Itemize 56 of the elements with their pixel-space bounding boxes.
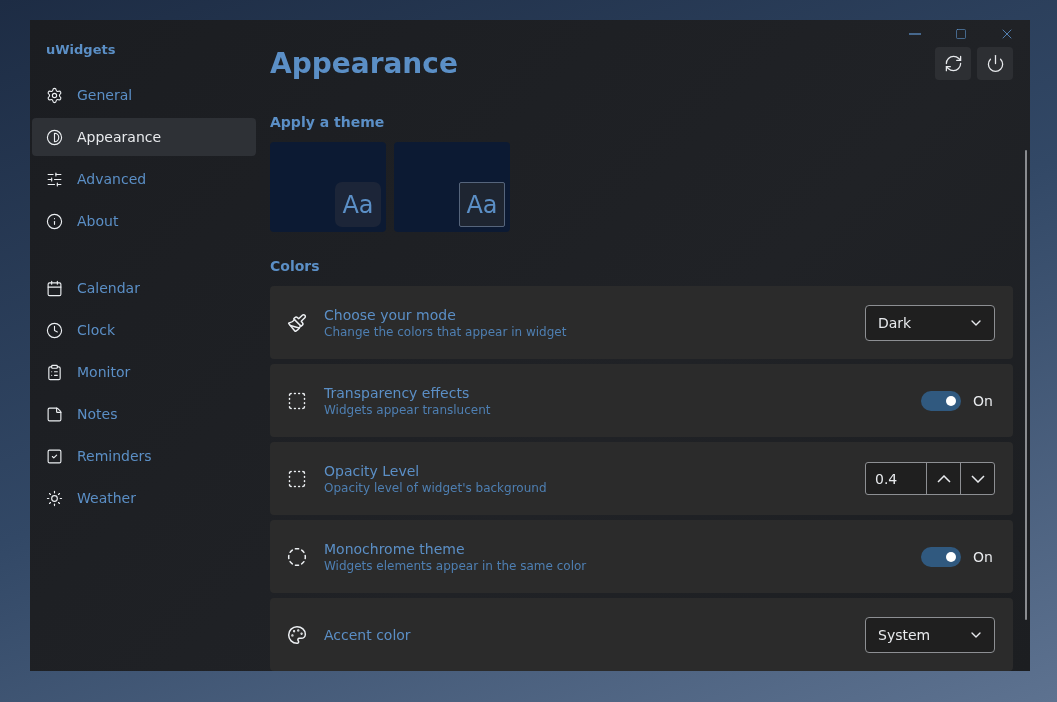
setting-description: Widgets elements appear in the same color: [324, 558, 588, 573]
nav-item[interactable]: Weather: [32, 479, 256, 517]
toggle-switch[interactable]: [921, 390, 961, 411]
theme-tile[interactable]: Aa: [394, 142, 510, 232]
dashed-square-icon: [287, 468, 307, 489]
dashed-square-icon: [287, 390, 307, 411]
setting-description: Opacity level of widget's background: [324, 480, 548, 495]
page-title: Appearance: [270, 47, 458, 80]
sun-icon: [46, 489, 63, 507]
toggle-label: On: [973, 392, 994, 409]
toggle-label: On: [973, 548, 994, 565]
nav-item[interactable]: Monitor: [32, 353, 256, 391]
dropdown[interactable]: System: [865, 616, 995, 653]
section-heading: Colors: [270, 258, 321, 274]
power-icon: [985, 54, 1005, 73]
settings-icon: [46, 86, 63, 104]
setting-title: Monochrome theme: [324, 540, 466, 557]
nav-item[interactable]: General: [32, 76, 256, 114]
toggle-switch[interactable]: [921, 546, 961, 567]
setting-title: Transparency effects: [324, 384, 471, 401]
palette-icon: [287, 624, 307, 645]
clipboard-icon: [46, 363, 63, 381]
nav-item[interactable]: Reminders: [32, 437, 256, 475]
power-button[interactable]: [977, 47, 1013, 80]
nav-item[interactable]: Clock: [32, 311, 256, 349]
chevron-up-icon: [936, 474, 951, 483]
minimize-icon: [909, 32, 921, 35]
setting-description: Widgets appear translucent: [324, 402, 492, 417]
theme-tile[interactable]: Aa: [270, 142, 386, 232]
sliders-icon: [46, 170, 63, 188]
setting-title: Choose your mode: [324, 306, 457, 323]
maximize-icon: [955, 27, 967, 40]
setting-title: Accent color: [324, 626, 412, 643]
app-title: uWidgets: [45, 40, 117, 59]
section-heading: Apply a theme: [270, 114, 386, 130]
paintbrush-icon: [287, 312, 307, 333]
nav-item[interactable]: About: [32, 202, 256, 240]
chevron-down-icon: [970, 474, 985, 483]
info-icon: [46, 212, 63, 230]
nav-item[interactable]: Advanced: [32, 160, 256, 198]
note-icon: [46, 405, 63, 423]
checkbox-icon: [46, 447, 63, 465]
theme-sample: Aa: [335, 182, 381, 227]
clock-icon: [46, 321, 63, 339]
number-field[interactable]: 0.4: [865, 462, 995, 495]
nav-item[interactable]: Calendar: [32, 269, 256, 307]
scrollbar[interactable]: [1025, 150, 1027, 620]
setting-title: Opacity Level: [324, 462, 421, 479]
setting-description: Change the colors that appear in widget: [324, 324, 568, 339]
dropdown[interactable]: Dark: [865, 304, 995, 341]
calendar-icon: [46, 279, 63, 297]
refresh-icon: [943, 54, 963, 73]
nav-item[interactable]: Appearance: [32, 118, 256, 156]
nav-item[interactable]: Notes: [32, 395, 256, 433]
theme-sample: Aa: [459, 182, 505, 227]
refresh-button[interactable]: [935, 47, 971, 80]
